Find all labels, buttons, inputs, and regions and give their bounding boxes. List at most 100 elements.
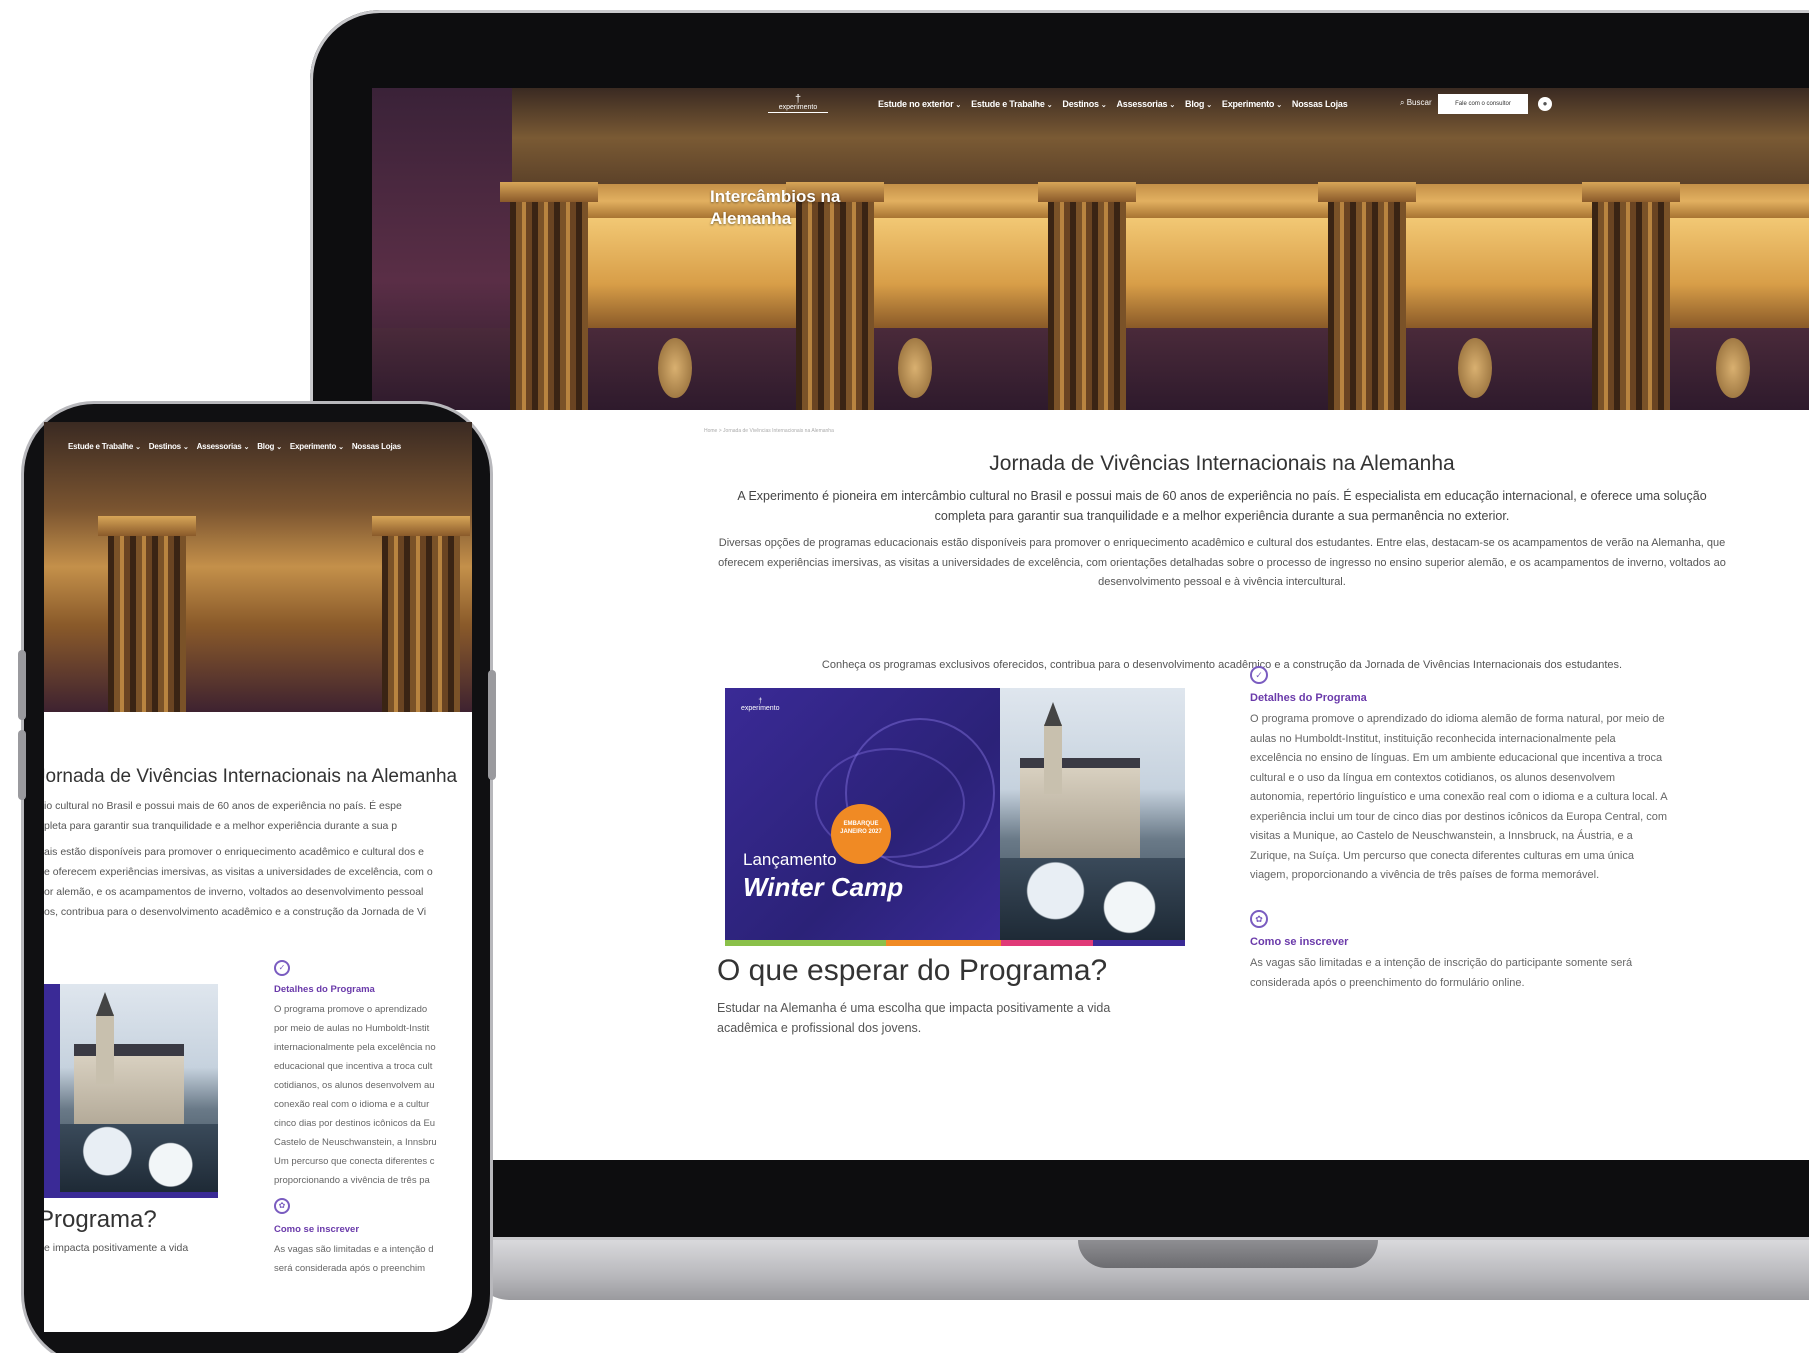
phone-details-line: Um percurso que conecta diferentes c <box>274 1156 435 1167</box>
hero-title: Intercâmbios na Alemanha <box>710 187 841 228</box>
laptop-notch <box>1078 1240 1378 1268</box>
details-title: Detalhes do Programa <box>1250 692 1367 704</box>
phone-hero-image: Estude e Trabalhe ⌄ Destinos ⌄ Assessorias… <box>44 422 472 712</box>
site-logo[interactable]: † experimento <box>768 94 828 116</box>
nav-item-destinos[interactable]: Destinos ⌄ <box>149 442 189 451</box>
chevron-down-icon: ⌄ <box>338 444 344 451</box>
user-icon[interactable]: ● <box>1538 97 1552 111</box>
nav-item-experimento[interactable]: Experimento ⌄ <box>290 442 344 451</box>
nav-item-assessorias[interactable]: Assessorias ⌄ <box>197 442 250 451</box>
chevron-down-icon: ⌄ <box>1206 102 1212 109</box>
phone-details-line: proporcionando a vivência de três pa <box>274 1175 430 1186</box>
phone-navigation: Estude e Trabalhe ⌄ Destinos ⌄ Assessorias… <box>44 442 401 451</box>
promo-camp-title: Winter Camp <box>743 872 904 902</box>
phone-page-heading: Jornada de Vivências Internacionais na A… <box>44 766 458 787</box>
nav-item-experimento[interactable]: Experimento ⌄ <box>1222 99 1282 109</box>
nav-item-nossas-lojas[interactable]: Nossas Lojas <box>1292 99 1348 109</box>
logo-wordmark: experimento <box>768 104 828 113</box>
ribbon-icon: ✿ <box>1250 910 1268 928</box>
chevron-down-icon: ⌄ <box>1276 102 1282 109</box>
phone-details-line: conexão real com o idioma e a cultur <box>274 1099 430 1110</box>
chevron-down-icon: ⌄ <box>1046 102 1053 109</box>
phone-power-button <box>488 670 496 780</box>
phone-text-line: pleta para garantir sua tranquilidade e … <box>44 820 398 832</box>
phone-volume-up-button <box>18 650 26 720</box>
chevron-down-icon: ⌄ <box>1100 102 1107 109</box>
ribbon-icon: ✿ <box>274 1198 290 1214</box>
winter-camp-promo-image: † experimento EMBARQUE JANEIRO 2027 Lança… <box>725 688 1185 946</box>
phone-enroll-line: As vagas são limitadas e a intenção d <box>274 1244 434 1255</box>
what-to-expect-text: Estudar na Alemanha é uma escolha que im… <box>717 1001 1111 1035</box>
column-image <box>1318 182 1416 410</box>
chevron-down-icon: ⌄ <box>182 444 189 451</box>
phone-text-line: e oferecem experiências imersivas, as vi… <box>44 866 433 878</box>
phone-volume-down-button <box>18 730 26 800</box>
chevron-down-icon: ⌄ <box>135 444 141 451</box>
phone-details-line: internacionalmente pela excelência no <box>274 1042 436 1053</box>
hero-banner: † experimento Estude no exterior ⌄ Estude … <box>372 88 1809 410</box>
phone-text-line: os, contribua para o desenvolvimento aca… <box>44 906 427 918</box>
nav-item-blog[interactable]: Blog ⌄ <box>257 442 282 451</box>
enroll-text: As vagas são limitadas e a intenção de i… <box>1250 957 1633 989</box>
award-icon: ✓ <box>274 960 290 976</box>
promo-color-stripe <box>725 940 1185 946</box>
programs-paragraph: Diversas opções de programas educacionai… <box>718 537 1726 588</box>
nav-item-estude-trabalhe[interactable]: Estude e Trabalhe ⌄ <box>971 99 1053 109</box>
nav-menu: Estude no exterior ⌄ Estude e Trabalhe ⌄ D… <box>878 99 1348 109</box>
column-image <box>1582 182 1680 410</box>
castle-photo <box>1000 688 1185 940</box>
column-image <box>500 182 598 410</box>
top-navigation: † experimento Estude no exterior ⌄ Estude … <box>372 88 1809 122</box>
search-button[interactable]: ⌕ Buscar <box>1400 98 1432 108</box>
nav-item-estude-trabalhe[interactable]: Estude e Trabalhe ⌄ <box>68 442 141 451</box>
what-to-expect-heading: O que esperar do Programa? <box>717 954 1108 987</box>
promo-logo: † experimento <box>741 698 780 712</box>
enroll-title: Como se inscrever <box>1250 936 1349 948</box>
cta-paragraph: Conheça os programas exclusivos oferecid… <box>821 659 1623 671</box>
nav-item-assessorias[interactable]: Assessorias ⌄ <box>1117 99 1176 109</box>
chevron-down-icon: ⌄ <box>276 444 282 451</box>
column-image <box>98 516 196 712</box>
chevron-down-icon: ⌄ <box>243 444 250 451</box>
medallion-image <box>1716 338 1750 398</box>
phone-details-line: Castelo de Neuschwanstein, a Innsbru <box>274 1137 437 1148</box>
promo-panel: † experimento EMBARQUE JANEIRO 2027 Lança… <box>725 688 1000 946</box>
nav-item-nossas-lojas[interactable]: Nossas Lojas <box>352 442 401 451</box>
award-icon: ✓ <box>1250 666 1268 684</box>
search-icon: ⌕ <box>1400 98 1405 107</box>
chevron-down-icon: ⌄ <box>1169 102 1176 109</box>
chevron-down-icon: ⌄ <box>955 102 962 109</box>
promo-launch-label: Lançamento <box>743 850 837 869</box>
nav-item-estude-exterior[interactable]: Estude no exterior ⌄ <box>878 99 961 109</box>
breadcrumb[interactable]: Home > Jornada de Vivências Internaciona… <box>704 428 834 434</box>
nav-item-destinos[interactable]: Destinos ⌄ <box>1062 99 1106 109</box>
phone-content: Jornada de Vivências Internacionais na A… <box>44 712 472 1332</box>
column-image <box>1038 182 1136 410</box>
medallion-image <box>658 338 692 398</box>
medallion-image <box>1458 338 1492 398</box>
phone-enroll-title: Como se inscrever <box>274 1224 360 1235</box>
nav-item-blog[interactable]: Blog ⌄ <box>1185 99 1212 109</box>
contact-consultant-button[interactable]: Fale com o consultor <box>1438 94 1528 114</box>
column-image <box>372 516 470 712</box>
phone-text-line: ais estão disponíveis para promover o en… <box>44 846 424 858</box>
phone-text-line: io cultural no Brasil e possui mais de 6… <box>44 800 402 812</box>
phone-enroll-line: será considerada após o preenchim <box>274 1263 426 1274</box>
phone-promo-image <box>44 984 218 1198</box>
phone-details-line: cinco dias por destinos icônicos da Eu <box>274 1118 436 1129</box>
logo-mark-icon: † <box>794 93 802 105</box>
castle-photo <box>60 984 218 1192</box>
page-heading: Jornada de Vivências Internacionais na A… <box>989 452 1455 475</box>
phone-details-title: Detalhes do Programa <box>274 984 375 995</box>
lead-paragraph: A Experimento é pioneira em intercâmbio … <box>737 489 1707 523</box>
device-mockup: † experimento Estude no exterior ⌄ Estude … <box>0 0 1809 1353</box>
medallion-image <box>898 338 932 398</box>
phone-details-line: O programa promove o aprendizado <box>274 1004 428 1015</box>
phone-what-heading: Programa? <box>44 1206 157 1233</box>
details-text: O programa promove o aprendizado do idio… <box>1250 713 1668 881</box>
phone-what-text: e impacta positivamente a vida <box>44 1242 189 1254</box>
phone-details-line: cotidianos, os alunos desenvolvem au <box>274 1080 435 1091</box>
phone-details-line: por meio de aulas no Humboldt-Instit <box>274 1023 430 1034</box>
phone-screen: Estude e Trabalhe ⌄ Destinos ⌄ Assessorias… <box>44 422 472 1332</box>
phone-details-line: educacional que incentiva a troca cult <box>274 1061 433 1072</box>
